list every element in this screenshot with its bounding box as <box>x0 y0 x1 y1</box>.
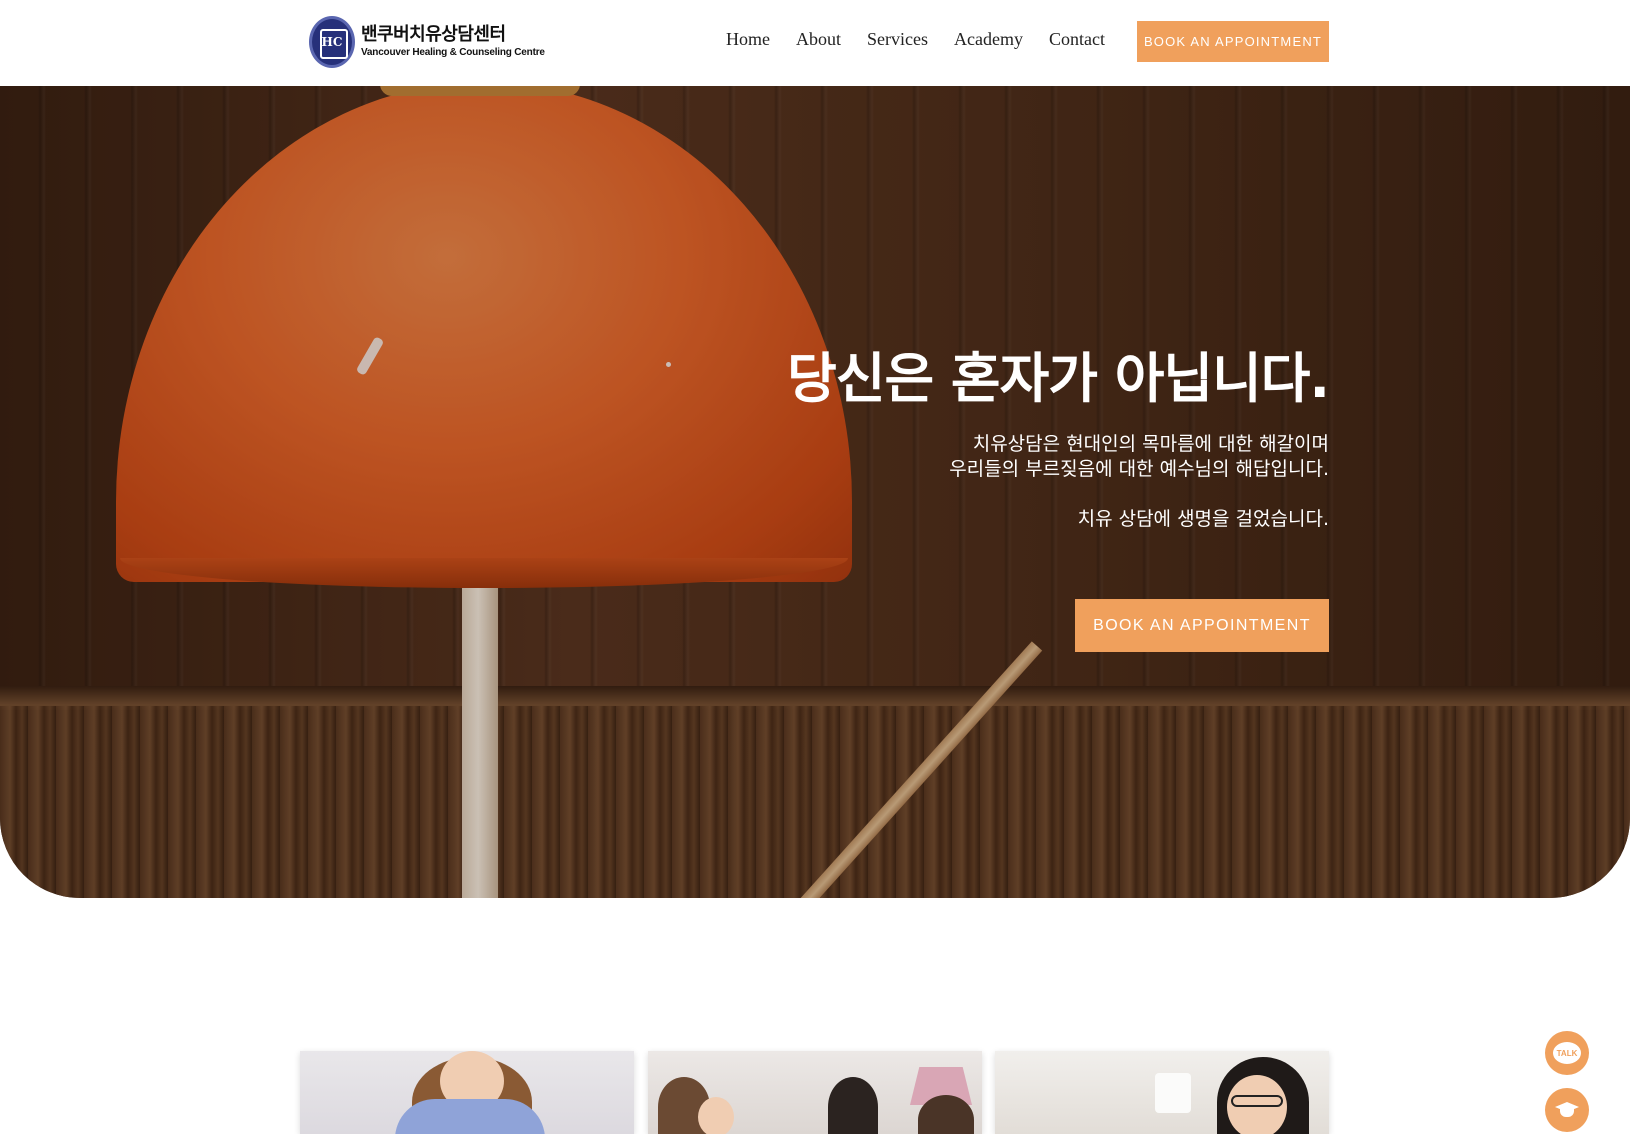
nav-about[interactable]: About <box>796 29 841 50</box>
person-hair <box>828 1077 878 1134</box>
academy-shortcut-button[interactable] <box>1545 1088 1589 1132</box>
site-logo[interactable]: HC 밴쿠버치유상담센터 Vancouver Healing & Counsel… <box>309 16 545 68</box>
site-header: HC 밴쿠버치유상담센터 Vancouver Healing & Counsel… <box>0 0 1630 86</box>
hero-overlay <box>0 86 1630 898</box>
hero-subtitle-line-2: 우리들의 부르짖음에 대한 예수님의 해답입니다. <box>949 458 1329 480</box>
logo-emblem-icon: HC <box>309 16 355 68</box>
logo-emblem-text: HC <box>321 35 343 49</box>
hero-section: 당신은 혼자가 아닙니다. 치유상담은 현대인의 목마름에 대한 해갈이며 우리… <box>0 86 1630 898</box>
header-book-appointment-button[interactable]: BOOK AN APPOINTMENT <box>1137 21 1329 62</box>
main-nav: Home About Services Academy Contact <box>726 29 1105 50</box>
logo-text: 밴쿠버치유상담센터 Vancouver Healing & Counseling… <box>361 26 545 58</box>
hero-subtitle-line-1: 치유상담은 현대인의 목마름에 대한 해갈이며 <box>972 433 1329 455</box>
graduation-cap-icon <box>1554 1100 1580 1120</box>
kakao-talk-button[interactable]: TALK <box>1545 1031 1589 1075</box>
logo-korean-name: 밴쿠버치유상담센터 <box>361 24 506 45</box>
glasses-icon <box>1231 1095 1283 1107</box>
service-card-2-image[interactable] <box>648 1051 982 1134</box>
hero-book-appointment-button[interactable]: BOOK AN APPOINTMENT <box>1075 599 1329 652</box>
hero-tagline: 치유 상담에 생명을 걸었습니다. <box>1077 508 1329 530</box>
person-body <box>395 1099 545 1134</box>
nav-services[interactable]: Services <box>867 29 928 50</box>
nav-academy[interactable]: Academy <box>954 29 1023 50</box>
nav-contact[interactable]: Contact <box>1049 29 1105 50</box>
service-card-3-image[interactable] <box>995 1051 1329 1134</box>
person-face <box>698 1097 734 1134</box>
lamp-decor <box>1155 1073 1191 1113</box>
hero-subtitle: 치유상담은 현대인의 목마름에 대한 해갈이며 우리들의 부르짖음에 대한 예수… <box>809 432 1329 482</box>
logo-english-name: Vancouver Healing & Counseling Centre <box>361 47 545 58</box>
chat-bubble-icon: TALK <box>1553 1042 1581 1064</box>
service-card-1-image[interactable] <box>300 1051 634 1134</box>
hero-title: 당신은 혼자가 아닙니다. <box>787 347 1330 410</box>
nav-home[interactable]: Home <box>726 29 770 50</box>
